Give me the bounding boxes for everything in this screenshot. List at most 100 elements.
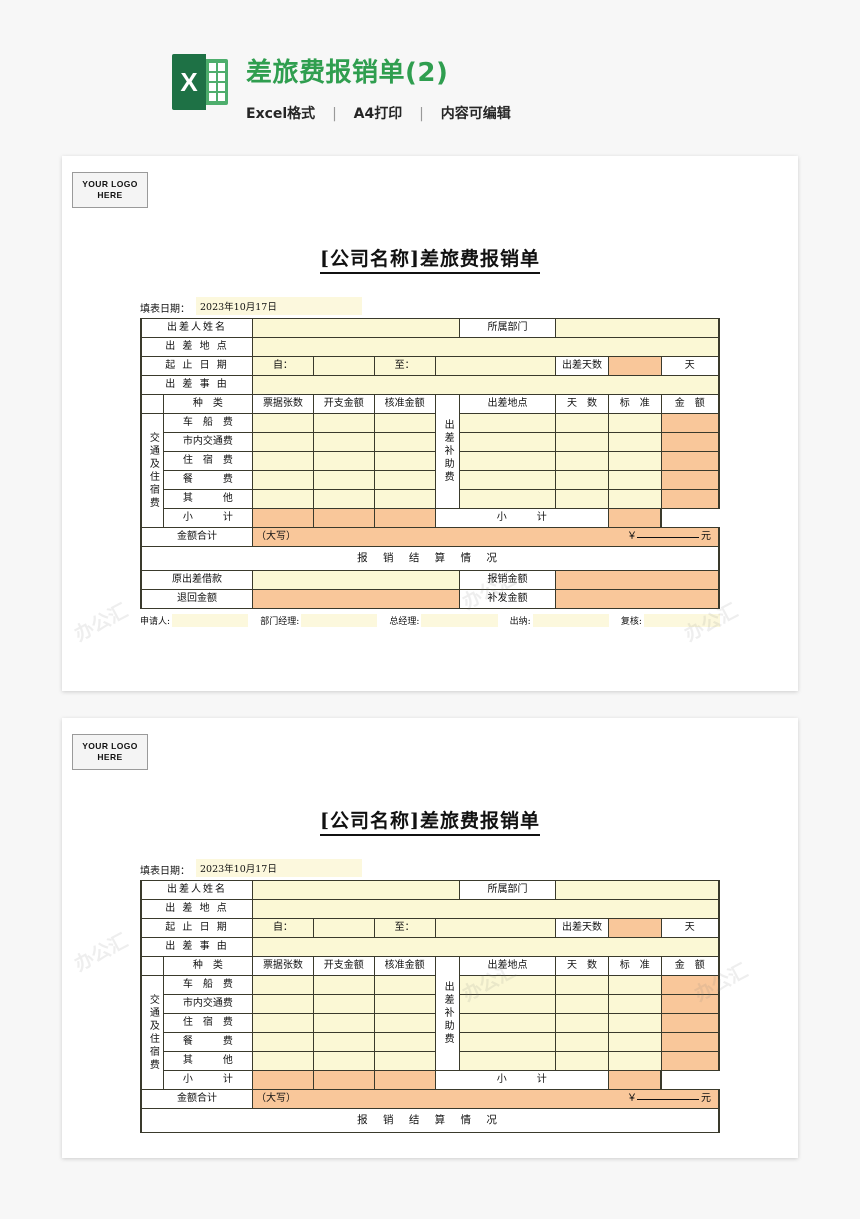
- allowance-place-3[interactable]: [458, 451, 557, 471]
- allowance-standard-4[interactable]: [607, 1032, 662, 1052]
- expense-approved-1[interactable]: [373, 975, 436, 995]
- allowance-days-5[interactable]: [555, 489, 609, 509]
- allowance-standard-4[interactable]: [607, 470, 662, 490]
- place-value[interactable]: [252, 337, 721, 357]
- date-to-value[interactable]: [434, 356, 557, 376]
- expense-tickets-4[interactable]: [252, 470, 314, 490]
- expense-spend-3[interactable]: [312, 1013, 375, 1033]
- allowance-amount-1[interactable]: [660, 975, 720, 995]
- department-value[interactable]: [555, 880, 721, 900]
- document-preview-page-1[interactable]: YOUR LOGO HERE [公司名称]差旅费报销单 填表日期： 2023年1…: [62, 156, 798, 691]
- expense-approved-2[interactable]: [373, 432, 436, 452]
- allowance-amount-4[interactable]: [660, 470, 720, 490]
- allowance-days-3[interactable]: [555, 1013, 609, 1033]
- allowance-standard-2[interactable]: [607, 432, 662, 452]
- allowance-standard-5[interactable]: [607, 489, 662, 509]
- allowance-standard-3[interactable]: [607, 1013, 662, 1033]
- allowance-place-3[interactable]: [458, 1013, 557, 1033]
- signature-value-gm[interactable]: [421, 614, 498, 627]
- allowance-days-5[interactable]: [555, 1051, 609, 1071]
- date-to-value[interactable]: [434, 918, 557, 938]
- expense-spend-2[interactable]: [312, 994, 375, 1014]
- allowance-amount-5[interactable]: [660, 489, 720, 509]
- settlement-left-value-1[interactable]: [252, 570, 460, 590]
- expense-tickets-5[interactable]: [252, 489, 314, 509]
- expense-approved-4[interactable]: [373, 1032, 436, 1052]
- allowance-standard-1[interactable]: [607, 975, 662, 995]
- allowance-amount-2[interactable]: [660, 432, 720, 452]
- traveler-value[interactable]: [252, 880, 460, 900]
- expense-tickets-4[interactable]: [252, 1032, 314, 1052]
- department-value[interactable]: [555, 318, 721, 338]
- fill-date-value[interactable]: 2023年10月17日: [196, 859, 362, 877]
- allowance-place-5[interactable]: [458, 1051, 557, 1071]
- expense-spend-5[interactable]: [312, 1051, 375, 1071]
- date-from-value[interactable]: [312, 356, 375, 376]
- expense-approved-2[interactable]: [373, 994, 436, 1014]
- expense-subtotal-tickets[interactable]: [252, 508, 314, 528]
- allowance-place-1[interactable]: [458, 975, 557, 995]
- signature-value-dept-manager[interactable]: [301, 614, 378, 627]
- expense-spend-4[interactable]: [312, 1032, 375, 1052]
- expense-subtotal-tickets[interactable]: [252, 1070, 314, 1090]
- allowance-place-1[interactable]: [458, 413, 557, 433]
- document-preview-page-2[interactable]: YOUR LOGO HERE [公司名称]差旅费报销单 填表日期： 2023年1…: [62, 718, 798, 1158]
- allowance-amount-3[interactable]: [660, 451, 720, 471]
- expense-tickets-5[interactable]: [252, 1051, 314, 1071]
- days-value[interactable]: [607, 918, 662, 938]
- signature-value-reviewer[interactable]: [643, 614, 721, 627]
- allowance-amount-4[interactable]: [660, 1032, 720, 1052]
- expense-tickets-1[interactable]: [252, 975, 314, 995]
- expense-approved-4[interactable]: [373, 470, 436, 490]
- expense-tickets-2[interactable]: [252, 432, 314, 452]
- expense-tickets-2[interactable]: [252, 994, 314, 1014]
- reason-value[interactable]: [252, 937, 721, 957]
- expense-spend-1[interactable]: [312, 413, 375, 433]
- expense-spend-4[interactable]: [312, 470, 375, 490]
- allowance-place-4[interactable]: [458, 470, 557, 490]
- expense-spend-2[interactable]: [312, 432, 375, 452]
- allowance-standard-3[interactable]: [607, 451, 662, 471]
- expense-approved-1[interactable]: [373, 413, 436, 433]
- expense-subtotal-spend[interactable]: [312, 508, 375, 528]
- place-value[interactable]: [252, 899, 721, 919]
- signature-value-applicant[interactable]: [172, 614, 249, 627]
- expense-subtotal-approved[interactable]: [373, 508, 436, 528]
- expense-subtotal-spend[interactable]: [312, 1070, 375, 1090]
- expense-spend-5[interactable]: [312, 489, 375, 509]
- allowance-place-2[interactable]: [458, 994, 557, 1014]
- total-amount-cell[interactable]: （大写） ￥ 元: [252, 1089, 721, 1109]
- expense-approved-5[interactable]: [373, 1051, 436, 1071]
- allowance-days-1[interactable]: [555, 975, 609, 995]
- settlement-right-value-1[interactable]: [555, 570, 721, 590]
- allowance-standard-5[interactable]: [607, 1051, 662, 1071]
- expense-spend-1[interactable]: [312, 975, 375, 995]
- allowance-place-2[interactable]: [458, 432, 557, 452]
- allowance-days-3[interactable]: [555, 451, 609, 471]
- allowance-subtotal-amount[interactable]: [607, 508, 663, 528]
- allowance-standard-2[interactable]: [607, 994, 662, 1014]
- allowance-place-5[interactable]: [458, 489, 557, 509]
- allowance-days-2[interactable]: [555, 994, 609, 1014]
- total-amount-cell[interactable]: （大写） ￥ 元: [252, 527, 721, 547]
- allowance-amount-1[interactable]: [660, 413, 720, 433]
- allowance-days-4[interactable]: [555, 1032, 609, 1052]
- expense-approved-5[interactable]: [373, 489, 436, 509]
- reason-value[interactable]: [252, 375, 721, 395]
- allowance-amount-2[interactable]: [660, 994, 720, 1014]
- expense-tickets-3[interactable]: [252, 451, 314, 471]
- allowance-standard-1[interactable]: [607, 413, 662, 433]
- total-amount-value[interactable]: [637, 536, 699, 538]
- date-from-value[interactable]: [312, 918, 375, 938]
- allowance-amount-3[interactable]: [660, 1013, 720, 1033]
- expense-tickets-1[interactable]: [252, 413, 314, 433]
- allowance-place-4[interactable]: [458, 1032, 557, 1052]
- total-amount-value[interactable]: [637, 1098, 699, 1100]
- fill-date-value[interactable]: 2023年10月17日: [196, 297, 362, 315]
- expense-spend-3[interactable]: [312, 451, 375, 471]
- days-value[interactable]: [607, 356, 662, 376]
- allowance-days-1[interactable]: [555, 413, 609, 433]
- allowance-days-2[interactable]: [555, 432, 609, 452]
- expense-tickets-3[interactable]: [252, 1013, 314, 1033]
- settlement-right-value-2[interactable]: [555, 589, 721, 609]
